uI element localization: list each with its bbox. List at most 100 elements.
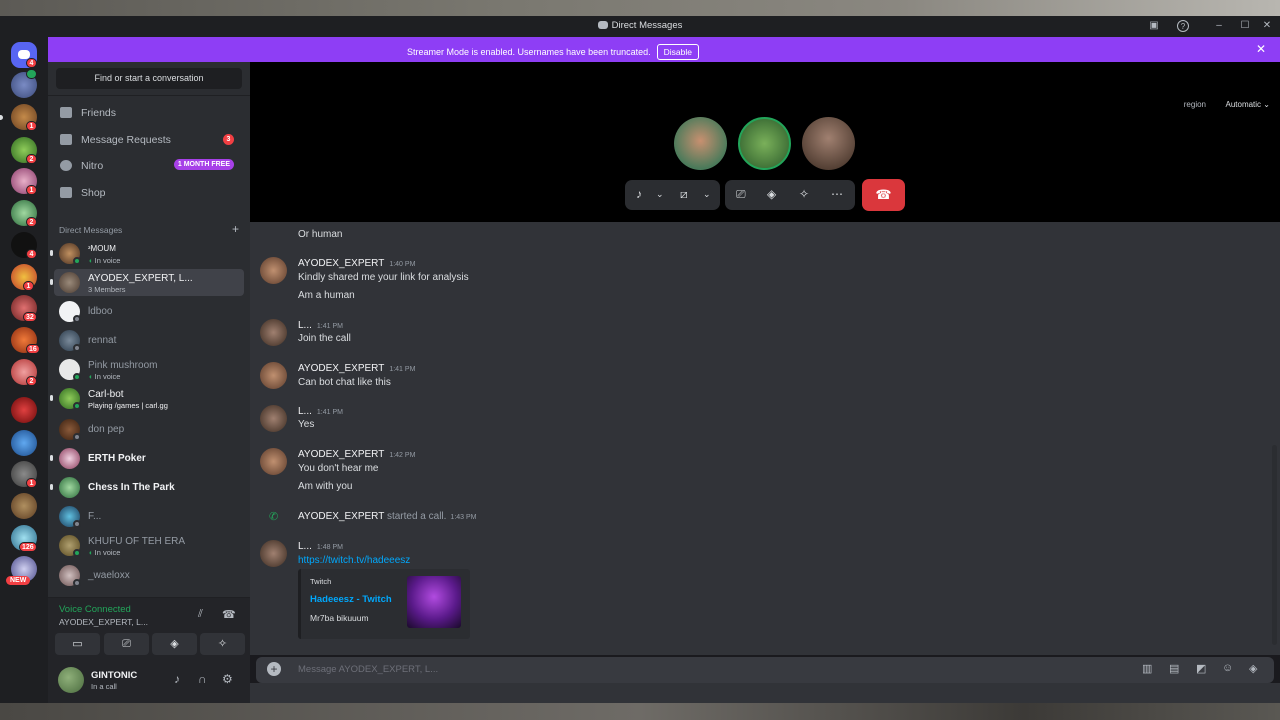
dm-item[interactable]: _waeloxx [54,562,244,589]
add-attachment-icon[interactable]: + [267,662,281,676]
author-name[interactable]: L... [298,320,312,331]
dm-item[interactable]: rennat [54,327,244,354]
participant-avatar[interactable] [802,117,855,170]
server-icon[interactable]: 1 [11,264,37,291]
screen-share-button[interactable]: ⎚ [104,633,149,655]
author-name[interactable]: AYODEX_EXPERT [298,363,384,374]
noise-suppression-icon[interactable]: ⫽ [198,608,203,621]
minimize-button[interactable]: – [1213,20,1225,32]
dm-item[interactable]: ᶟMOUM ◖ In voice [50,240,244,267]
message-text: Yes [298,419,315,430]
more-options-icon[interactable]: ⋯ [831,187,843,201]
chevron-down-icon[interactable]: ⌄ [703,189,711,200]
chat-scrollbar[interactable] [1272,445,1277,645]
nav-shop[interactable]: Shop [54,181,244,205]
shop-icon [60,187,72,198]
message-text: You don't hear me [298,463,379,474]
server-icon[interactable]: 4 [11,232,37,259]
maximize-button[interactable]: ☐ [1239,20,1251,32]
find-conversation-button[interactable]: Find or start a conversation [56,68,242,89]
close-banner-icon[interactable]: ✕ [1256,42,1266,56]
avatar[interactable] [260,319,287,346]
camera-toggle-button[interactable]: ▭ [55,633,100,655]
author-name[interactable]: L... [298,541,312,552]
nav-nitro[interactable]: Nitro 1 MONTH FREE [54,154,244,178]
server-icon[interactable]: 1 [11,168,37,195]
banner-message: Streamer Mode is enabled. Usernames have… [407,47,651,57]
chevron-down-icon[interactable]: ⌄ [656,189,664,200]
soundboard-icon[interactable]: ✧ [799,187,809,201]
activity-icon[interactable]: ◈ [767,187,776,201]
gift-icon[interactable]: ▥ [1142,662,1152,675]
avatar[interactable] [260,405,287,432]
dm-item[interactable]: KHUFU OF TEH ERA ◖ In voice [54,532,244,559]
disable-streamer-mode-button[interactable]: Disable [656,44,699,60]
server-icon[interactable]: 16 [11,327,40,354]
server-icon[interactable]: 126 [11,525,37,552]
participant-avatar-speaking[interactable] [738,117,791,170]
user-avatar[interactable] [58,667,84,693]
server-icon[interactable] [11,493,37,519]
create-dm-icon[interactable]: + [232,222,239,236]
dm-item[interactable]: Pink mushroom ◖ In voice [54,356,244,383]
user-panel: GINTONIC In a call ♪ ∩ ⚙ [48,659,250,703]
server-icon[interactable] [11,69,37,98]
inbox-icon[interactable]: ▣ [1148,20,1160,32]
message-text: Kindly shared me your link for analysis [298,272,469,283]
nav-message-requests[interactable]: Message Requests 3 [54,128,244,152]
dm-item[interactable]: Carl-bot Playing /games | carl.gg [50,385,244,412]
author-name[interactable]: AYODEX_EXPERT [298,258,384,269]
dm-item[interactable]: don pep [54,416,244,443]
avatar[interactable] [260,257,287,284]
dm-item[interactable]: ERTH Poker [50,445,244,472]
dm-item[interactable]: Chess In The Park [50,474,244,501]
participant-avatar[interactable] [674,117,727,170]
avatar[interactable] [260,448,287,475]
server-icon[interactable]: 2 [11,200,37,227]
embed-thumbnail[interactable] [407,576,461,628]
home-button[interactable]: 4 [11,42,37,68]
hang-up-button[interactable]: ☎ [862,179,905,211]
call-actions-group: ⎚ ◈ ✧ ⋯ [725,180,855,210]
emoji-icon[interactable]: ☺ [1222,662,1233,674]
message-text: Join the call [298,333,351,344]
activity-button[interactable]: ◈ [152,633,197,655]
avatar[interactable] [260,362,287,389]
server-icon[interactable]: 32 [11,295,37,322]
friends-icon [60,107,72,118]
author-name[interactable]: L... [298,406,312,417]
soundboard-button[interactable]: ✧ [200,633,245,655]
voice-badge [26,69,37,79]
sticker-icon[interactable]: ◩ [1196,662,1206,675]
microphone-icon[interactable]: ♪ [174,672,180,686]
screen-share-icon[interactable]: ⎚ [736,187,746,202]
microphone-icon[interactable]: ♪ [636,187,642,201]
camera-off-icon[interactable]: ⧄ [680,187,688,202]
close-window-button[interactable]: ✕ [1261,20,1273,32]
voice-channel[interactable]: AYODEX_EXPERT, L... [59,617,148,627]
envelope-icon [60,134,72,145]
server-icon[interactable]: 1 [11,461,37,488]
server-icon[interactable]: 1 [11,104,37,131]
headphones-icon[interactable]: ∩ [198,672,207,686]
dm-item[interactable]: ldboo [54,298,244,325]
dm-item-group[interactable]: AYODEX_EXPERT, L... 3 Members [50,269,244,296]
region-select[interactable]: Automatic ⌄ [1225,100,1270,109]
disconnect-icon[interactable]: ☎ [222,608,236,621]
dm-item[interactable]: F... [54,503,244,530]
home-badge: 4 [26,58,37,68]
embed-title[interactable]: Hadeeesz - Twitch [310,594,392,605]
message-input[interactable]: Message AYODEX_EXPERT, L... [298,664,438,675]
server-icon[interactable] [11,430,37,456]
settings-gear-icon[interactable]: ⚙ [222,672,233,686]
server-icon[interactable] [11,397,37,423]
apps-icon[interactable]: ◈ [1249,662,1257,675]
message-link[interactable]: https://twitch.tv/hadeeesz [298,555,410,566]
avatar[interactable] [260,540,287,567]
nav-friends[interactable]: Friends [54,101,244,125]
gif-icon[interactable]: ▤ [1169,662,1179,675]
help-icon[interactable]: ? [1177,20,1189,32]
author-name[interactable]: AYODEX_EXPERT [298,449,384,460]
server-icon[interactable]: 2 [11,137,37,164]
server-icon[interactable]: 2 [11,359,37,386]
